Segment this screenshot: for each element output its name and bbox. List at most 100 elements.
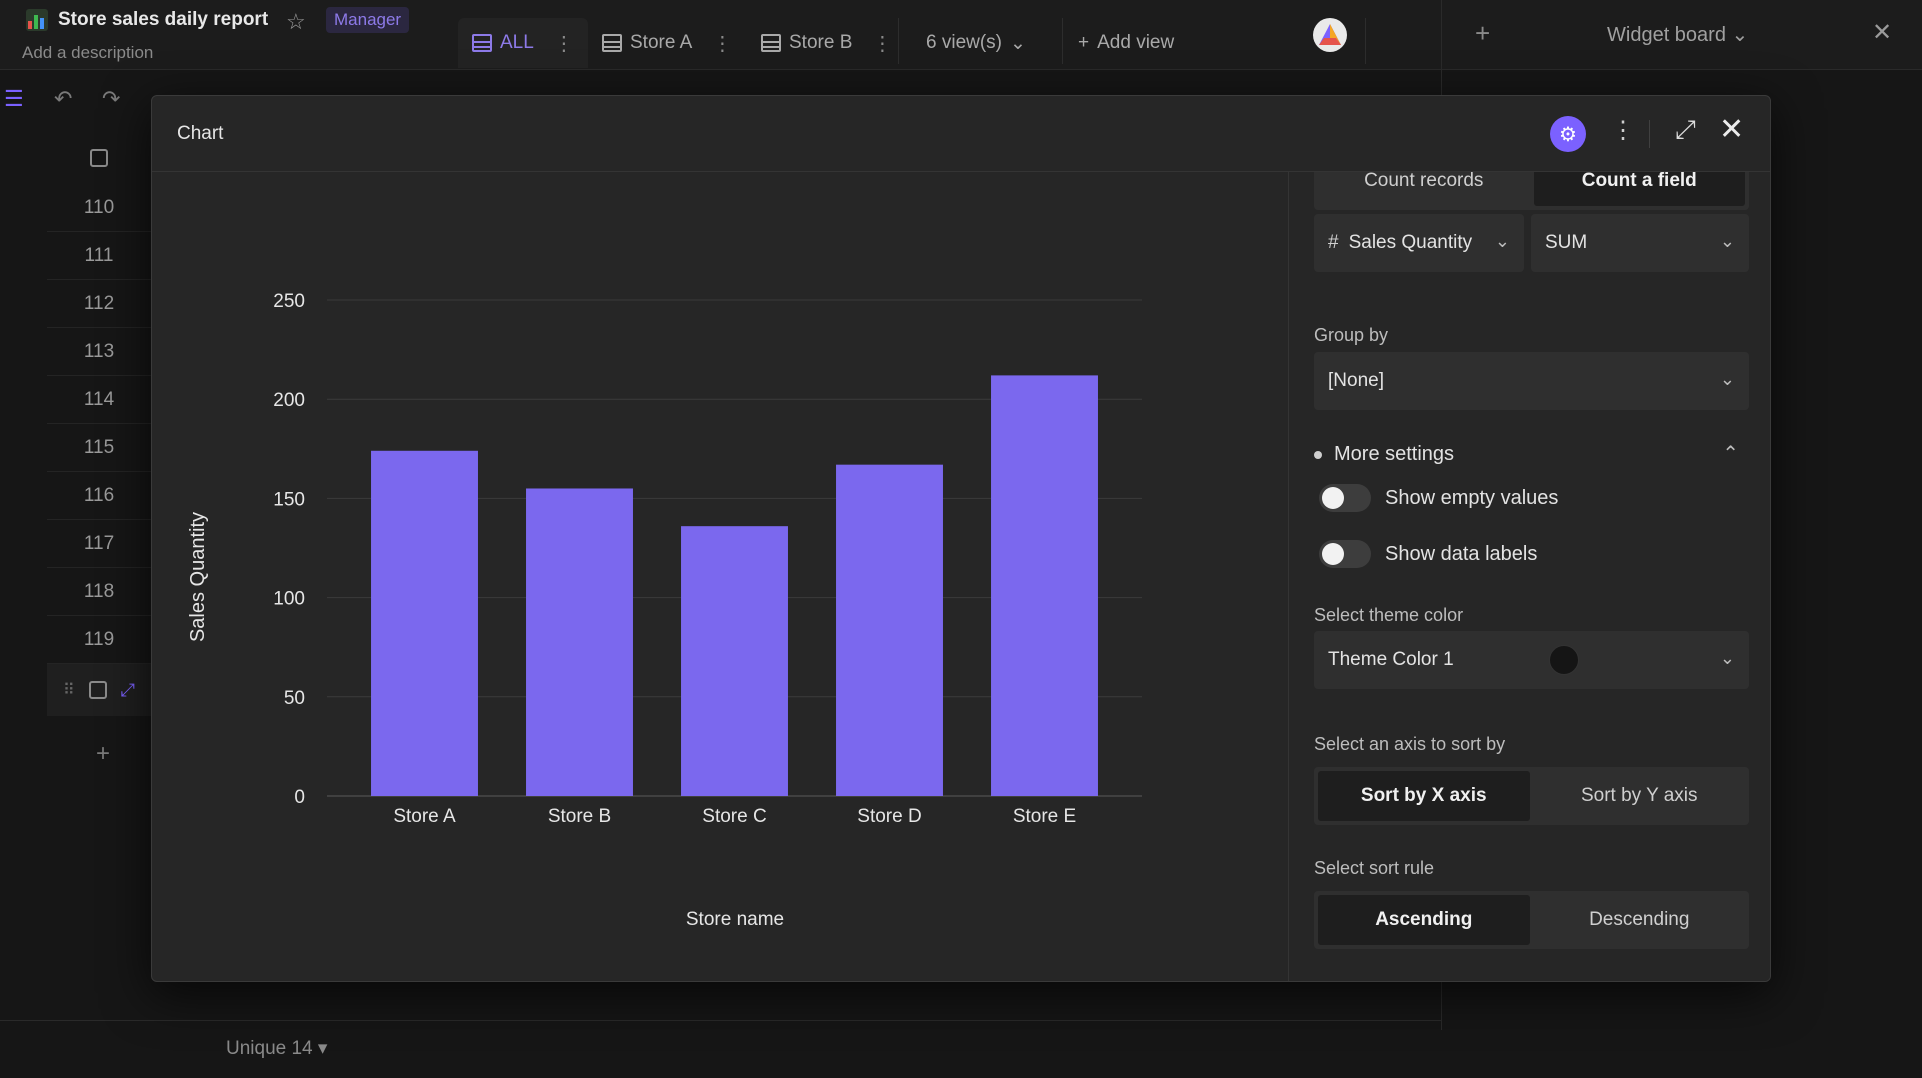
tab-label: Store B: [789, 32, 853, 53]
grid-view-icon: [761, 34, 781, 52]
add-view-label: Add view: [1097, 32, 1175, 53]
sort-axis-label: Select an axis to sort by: [1314, 734, 1506, 754]
modal-header: Chart ⚙ ⋮ ⤢ ✕: [152, 96, 1770, 172]
select-all-row[interactable]: [47, 132, 151, 184]
user-avatar[interactable]: [1313, 18, 1347, 52]
aggregation-value: SUM: [1545, 232, 1588, 253]
divider: [1649, 120, 1650, 148]
tab-store-a[interactable]: Store A ⋮: [602, 18, 732, 68]
document-title[interactable]: Store sales daily report: [58, 9, 268, 31]
tab-all[interactable]: ALL ⋮: [458, 18, 588, 68]
row-number[interactable]: 115: [47, 424, 151, 472]
undo-icon[interactable]: ↶: [54, 86, 72, 112]
tab-menu-icon[interactable]: ⋮: [712, 31, 732, 56]
row-number[interactable]: 116: [47, 472, 151, 520]
row-number[interactable]: 110: [47, 184, 151, 232]
sort-rule-toggle: Ascending Descending: [1314, 891, 1749, 949]
unique-count[interactable]: Unique 14 ▾: [226, 1037, 327, 1060]
tab-menu-icon[interactable]: ⋮: [554, 31, 574, 56]
aggregation-select[interactable]: SUM ⌄: [1531, 214, 1749, 272]
triangle-logo-icon: [1319, 24, 1341, 45]
sort-by-x-option[interactable]: Sort by X axis: [1318, 771, 1530, 821]
row-number[interactable]: 111: [47, 232, 151, 280]
bar: [371, 450, 478, 796]
row-checkbox[interactable]: [88, 681, 107, 699]
collapse-sidebar-icon[interactable]: ☰: [4, 86, 24, 112]
row-number[interactable]: 118: [47, 568, 151, 616]
group-by-value: [None]: [1328, 370, 1384, 391]
bar-chart-app-icon: [26, 9, 48, 31]
theme-color-value: Theme Color 1: [1328, 649, 1454, 670]
show-data-labels-toggle[interactable]: [1319, 540, 1371, 568]
count-field-option[interactable]: Count a field: [1533, 172, 1745, 206]
active-row[interactable]: ⠿ ⤢: [47, 664, 151, 716]
bullet-icon: [1314, 450, 1322, 459]
add-widget-icon[interactable]: +: [1475, 18, 1490, 49]
x-tick-label: Store B: [548, 806, 611, 827]
y-axis-label: Sales Quantity: [187, 512, 209, 642]
group-by-label: Group by: [1314, 325, 1389, 345]
close-icon[interactable]: ✕: [1719, 112, 1744, 147]
count-records-option[interactable]: Count records: [1318, 172, 1530, 206]
show-empty-values-label: Show empty values: [1385, 486, 1559, 509]
row-number[interactable]: 113: [47, 328, 151, 376]
y-tick-label: 100: [273, 589, 305, 610]
row-number[interactable]: 112: [47, 280, 151, 328]
row-number[interactable]: 119: [47, 616, 151, 664]
modal-title: Chart: [177, 123, 224, 144]
field-value: Sales Quantity: [1348, 232, 1473, 253]
add-row-icon[interactable]: +: [96, 740, 110, 768]
group-by-select[interactable]: [None] ⌄: [1314, 352, 1749, 410]
show-empty-values-toggle[interactable]: [1319, 484, 1371, 512]
count-mode-toggle: Count records Count a field: [1314, 172, 1749, 210]
show-empty-values-row: Show empty values: [1319, 484, 1558, 512]
chevron-down-icon: ⌄: [1494, 231, 1510, 251]
expand-row-icon[interactable]: ⤢: [121, 680, 135, 701]
grid-rows: 110 111 112 113 114 115 116 117 118 119 …: [47, 132, 151, 716]
chevron-down-icon: ⌄: [1719, 369, 1735, 389]
star-icon[interactable]: ☆: [286, 9, 306, 35]
y-tick-label: 200: [273, 390, 305, 411]
more-options-icon[interactable]: ⋮: [1611, 116, 1635, 145]
views-count: 6 view(s): [926, 32, 1003, 53]
field-select[interactable]: # Sales Quantity ⌄: [1314, 214, 1524, 272]
y-tick-label: 150: [273, 489, 305, 510]
x-tick-label: Store D: [857, 806, 921, 827]
tab-menu-icon[interactable]: ⋮: [872, 31, 892, 56]
description-field[interactable]: Add a description: [22, 43, 153, 63]
divider: [1062, 18, 1063, 64]
y-tick-label: 0: [294, 787, 305, 808]
add-view-button[interactable]: + Add view: [1078, 18, 1174, 68]
theme-color-select[interactable]: Theme Color 1 ⌄: [1314, 631, 1749, 689]
descending-option[interactable]: Descending: [1534, 895, 1746, 945]
more-settings-header[interactable]: More settings ⌃: [1314, 443, 1749, 466]
row-number[interactable]: 114: [47, 376, 151, 424]
select-all-checkbox[interactable]: [90, 149, 108, 167]
drag-handle-icon[interactable]: ⠿: [63, 680, 75, 700]
number-field-icon: #: [1328, 232, 1339, 253]
tab-label: Store A: [630, 32, 693, 53]
bar-chart: 050100150200250 Store A Store B Store C Sto…: [187, 291, 1142, 930]
x-axis-ticks: Store A Store B Store C Store D Store E: [393, 806, 1076, 827]
grid-footer: Unique 14 ▾: [0, 1020, 1441, 1078]
row-number[interactable]: 117: [47, 520, 151, 568]
chevron-up-icon[interactable]: ⌃: [1722, 441, 1739, 466]
widget-board-dropdown[interactable]: Widget board ⌄: [1607, 22, 1748, 47]
close-widget-board-icon[interactable]: ✕: [1872, 18, 1892, 47]
views-dropdown[interactable]: 6 view(s) ⌄: [926, 18, 1026, 68]
bar: [526, 488, 633, 796]
app-root: Store sales daily report ☆ Manager Add a…: [0, 0, 1922, 1078]
chart-area: 0 50 100 150 200 250 Store A Store B Store C Sto…: [152, 172, 1288, 981]
theme-color-label: Select theme color: [1314, 605, 1464, 625]
color-swatch: [1549, 645, 1579, 675]
tab-store-b[interactable]: Store B ⋮: [761, 18, 892, 68]
settings-gear-icon[interactable]: ⚙: [1550, 116, 1586, 152]
y-tick-label: 50: [284, 688, 305, 709]
x-tick-label: Store A: [393, 806, 456, 827]
sort-by-y-option[interactable]: Sort by Y axis: [1534, 771, 1746, 821]
expand-icon[interactable]: ⤢: [1675, 114, 1696, 146]
ascending-option[interactable]: Ascending: [1318, 895, 1530, 945]
bars: [371, 375, 1098, 796]
redo-icon[interactable]: ↷: [102, 86, 120, 112]
chevron-down-icon: ⌄: [1010, 32, 1026, 54]
